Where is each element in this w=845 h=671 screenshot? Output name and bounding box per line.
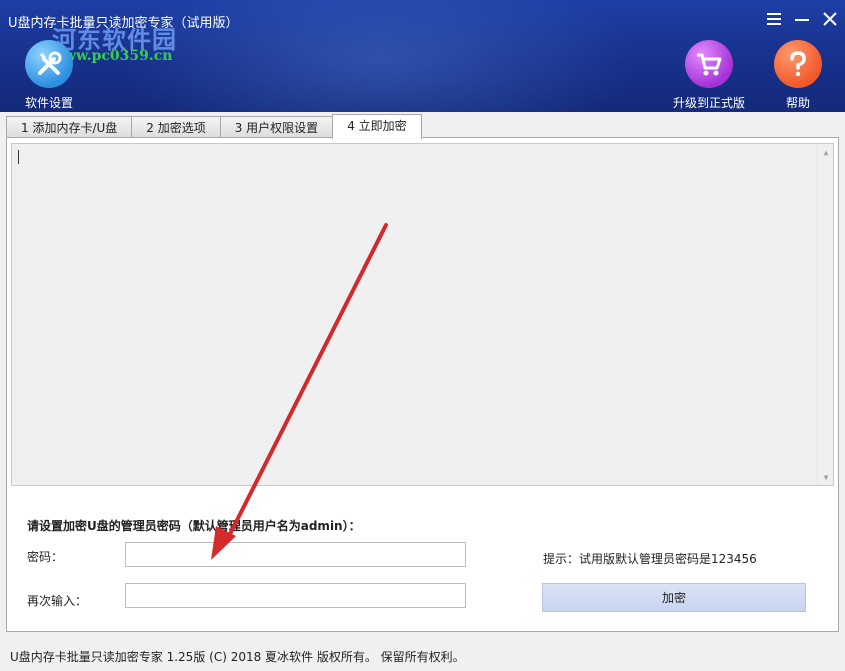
confirm-password-label: 再次输入： [27,594,88,608]
window-controls [765,10,839,28]
minimize-icon [795,19,809,21]
window-title: U盘内存卡批量只读加密专家（试用版） [8,16,239,31]
log-scrollbar[interactable]: ▲ ▼ [817,144,833,485]
tab-bar: 1 添加内存卡/U盘 2 加密选项 3 用户权限设置 4 立即加密 [6,114,422,139]
tab-encrypt-options[interactable]: 2 加密选项 [131,116,221,138]
app-header: 河东软件园 www.pc0359.cn U盘内存卡批量只读加密专家（试用版） 软… [0,0,845,112]
wrench-screwdriver-icon [25,40,73,88]
cart-icon [685,40,733,88]
scroll-down-icon[interactable]: ▼ [818,469,834,485]
scroll-up-icon[interactable]: ▲ [818,144,834,160]
encrypt-button[interactable]: 加密 [542,583,806,612]
help-button[interactable]: 帮助 [768,40,828,111]
minimize-button[interactable] [793,10,811,28]
password-label: 密码： [27,550,64,564]
settings-button[interactable]: 软件设置 [14,40,84,111]
text-caret [18,150,19,164]
close-button[interactable] [821,10,839,28]
question-mark-icon [774,40,822,88]
confirm-password-input[interactable] [125,583,466,608]
menu-button[interactable] [765,10,783,28]
tab-encrypt-now[interactable]: 4 立即加密 [332,114,422,139]
close-icon [823,12,837,26]
tab-add-card[interactable]: 1 添加内存卡/U盘 [6,116,133,138]
default-password-hint: 提示：试用版默认管理员密码是123456 [543,552,757,566]
password-form-title: 请设置加密U盘的管理员密码（默认管理员用户名为admin）： [27,519,361,533]
encrypt-now-panel: ▲ ▼ 请设置加密U盘的管理员密码（默认管理员用户名为admin）： 密码： 再… [6,137,839,632]
upgrade-button[interactable]: 升级到正式版 [668,40,750,111]
log-textarea[interactable]: ▲ ▼ [11,143,834,486]
menu-icon [767,13,781,25]
tab-user-permissions[interactable]: 3 用户权限设置 [219,116,334,138]
help-label: 帮助 [785,96,810,110]
copyright-status: U盘内存卡批量只读加密专家 1.25版 (C) 2018 夏冰软件 版权所有。 … [10,650,465,664]
password-input[interactable] [125,542,466,567]
settings-label: 软件设置 [24,96,73,110]
upgrade-label: 升级到正式版 [672,96,745,110]
